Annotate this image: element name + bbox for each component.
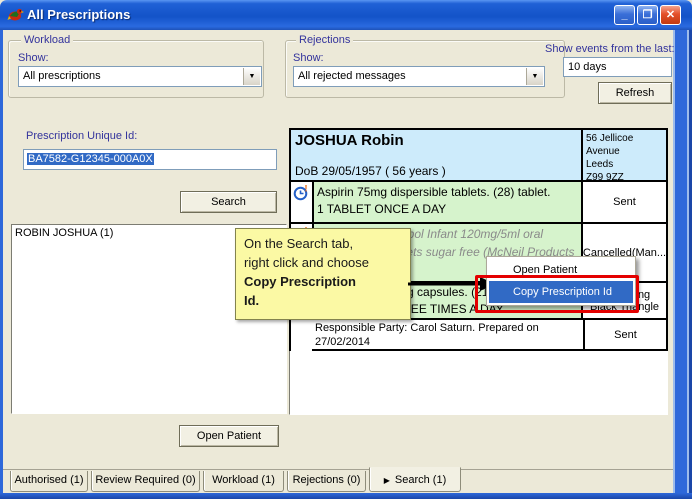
event-icon-cell: ! <box>291 182 312 222</box>
app-window: All Prescriptions _ ❐ ✕ Workload Show: A… <box>0 0 692 499</box>
close-button-icon[interactable]: ✕ <box>660 5 681 25</box>
window-border-left <box>0 30 3 499</box>
workload-show-value: All prescriptions <box>23 70 101 82</box>
annotation-callout: On the Search tab, right click and choos… <box>235 228 411 320</box>
tab-search-label: Search (1) <box>395 474 446 486</box>
callout-line-bold: Copy Prescription <box>244 272 402 291</box>
patient-address: 56 Jellicoe Avenue Leeds Z99 9ZZ <box>581 130 666 180</box>
tab-search-active[interactable]: ▶ Search (1) <box>369 467 461 492</box>
tabbar-divider <box>3 469 673 470</box>
chevron-down-icon[interactable]: ▼ <box>243 68 260 85</box>
prescription-id-input[interactable]: BA7582-G12345-000A0X <box>23 149 277 170</box>
clock-alert-icon: ! <box>293 184 310 201</box>
search-button[interactable]: Search <box>180 191 277 213</box>
chevron-down-icon[interactable]: ▼ <box>526 68 543 85</box>
active-tab-marker-icon: ▶ <box>384 476 390 485</box>
events-filter-label: Show events from the last: <box>545 43 675 55</box>
workload-show-label: Show: <box>18 52 49 64</box>
patient-dob: DoB 29/05/1957 ( 56 years ) <box>295 164 577 178</box>
drug-dose: 1 TABLET ONCE A DAY <box>317 201 578 218</box>
window-border-right <box>673 30 692 499</box>
minimize-button-icon[interactable]: _ <box>614 5 635 25</box>
drug-cell: Aspirin 75mg dispersible tablets. (28) t… <box>312 182 583 222</box>
prescription-id-value: BA7582-G12345-000A0X <box>27 153 154 165</box>
svg-text:!: ! <box>305 184 308 194</box>
callout-line: On the Search tab, <box>244 234 402 253</box>
rejections-show-dropdown[interactable]: All rejected messages ▼ <box>293 66 545 87</box>
rejections-group-label: Rejections <box>296 34 353 46</box>
status-cell: Sent <box>583 320 666 349</box>
patient-name: JOSHUA Robin <box>295 132 577 149</box>
rejections-show-label: Show: <box>293 52 324 64</box>
prescription-row[interactable]: ! Aspirin 75mg dispersible tablets. (28)… <box>291 180 666 222</box>
rejections-show-value: All rejected messages <box>298 70 406 82</box>
tab-workload[interactable]: Workload (1) <box>203 471 284 492</box>
window-title: All Prescriptions <box>27 7 130 22</box>
status-cell: Sent <box>583 182 666 222</box>
address-line: 56 Jellicoe Avenue <box>586 132 663 158</box>
window-border-bottom <box>0 493 692 499</box>
open-patient-button[interactable]: Open Patient <box>179 425 279 447</box>
tab-authorised[interactable]: Authorised (1) <box>10 471 88 492</box>
annotation-highlight-box <box>475 275 639 313</box>
refresh-button[interactable]: Refresh <box>598 82 672 104</box>
status-text: Sent <box>614 329 637 341</box>
prescription-id-label: Prescription Unique Id: <box>26 130 137 142</box>
tab-rejections[interactable]: Rejections (0) <box>287 471 366 492</box>
workload-show-dropdown[interactable]: All prescriptions ▼ <box>18 66 262 87</box>
maximize-button-icon[interactable]: ❐ <box>637 5 658 25</box>
drug-name: Aspirin 75mg dispersible tablets. (28) t… <box>317 184 578 201</box>
address-line: Leeds <box>586 158 663 171</box>
status-text: Sent <box>613 196 636 208</box>
callout-line-bold: Id. <box>244 291 402 310</box>
responsible-party-cell: Responsible Party: Carol Saturn. Prepare… <box>312 320 583 349</box>
tab-review-required[interactable]: Review Required (0) <box>91 471 200 492</box>
workload-group-label: Workload <box>21 34 73 46</box>
patient-summary: JOSHUA Robin DoB 29/05/1957 ( 56 years ) <box>291 130 581 180</box>
callout-line: right click and choose <box>244 253 402 272</box>
patient-header-row[interactable]: JOSHUA Robin DoB 29/05/1957 ( 56 years )… <box>291 130 666 180</box>
app-icon <box>7 6 24 23</box>
title-bar: All Prescriptions _ ❐ ✕ <box>0 0 692 30</box>
events-days-input[interactable]: 10 days <box>563 57 672 77</box>
prescription-row[interactable]: Responsible Party: Carol Saturn. Prepare… <box>312 318 666 351</box>
